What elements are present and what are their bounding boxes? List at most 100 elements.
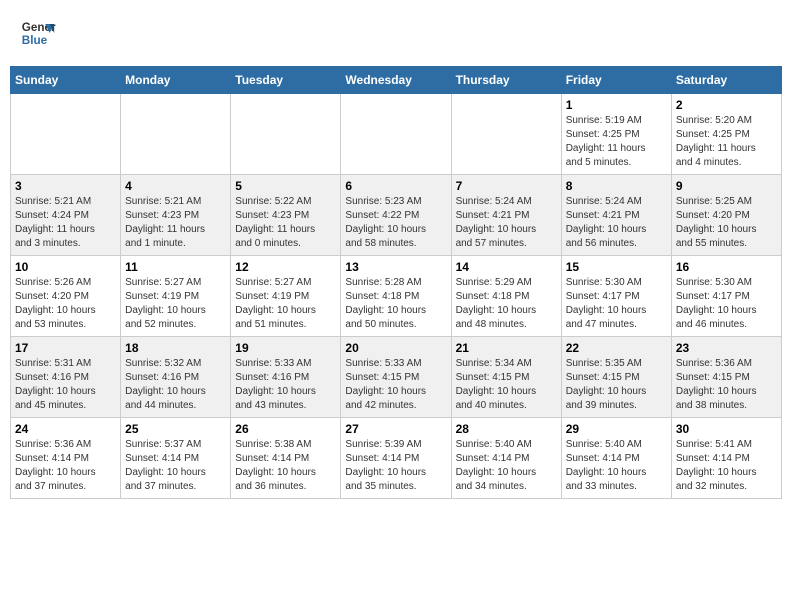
- day-number: 21: [456, 341, 557, 355]
- calendar-cell: [121, 94, 231, 175]
- day-number: 5: [235, 179, 336, 193]
- day-number: 1: [566, 98, 667, 112]
- calendar-cell: 1 Sunrise: 5:19 AM Sunset: 4:25 PM Daylig…: [561, 94, 671, 175]
- calendar-cell: 25 Sunrise: 5:37 AM Sunset: 4:14 PM Dayli…: [121, 418, 231, 499]
- day-number: 3: [15, 179, 116, 193]
- day-number: 11: [125, 260, 226, 274]
- calendar-cell: [341, 94, 451, 175]
- day-info: Sunrise: 5:41 AM Sunset: 4:14 PM Dayligh…: [676, 438, 777, 494]
- calendar-cell: 8 Sunrise: 5:24 AM Sunset: 4:21 PM Daylig…: [561, 175, 671, 256]
- day-info: Sunrise: 5:29 AM Sunset: 4:18 PM Dayligh…: [456, 276, 557, 332]
- calendar-cell: 2 Sunrise: 5:20 AM Sunset: 4:25 PM Daylig…: [671, 94, 781, 175]
- calendar: SundayMondayTuesdayWednesdayThursdayFrid…: [10, 66, 782, 499]
- day-number: 28: [456, 422, 557, 436]
- day-number: 8: [566, 179, 667, 193]
- svg-text:Blue: Blue: [22, 34, 48, 47]
- week-row-3: 10Sunrise: 5:26 AM Sunset: 4:20 PM Dayli…: [11, 256, 782, 337]
- day-number: 20: [345, 341, 446, 355]
- day-info: Sunrise: 5:36 AM Sunset: 4:15 PM Dayligh…: [676, 357, 777, 413]
- day-number: 23: [676, 341, 777, 355]
- week-row-5: 24Sunrise: 5:36 AM Sunset: 4:14 PM Dayli…: [11, 418, 782, 499]
- week-row-4: 17Sunrise: 5:31 AM Sunset: 4:16 PM Dayli…: [11, 337, 782, 418]
- week-row-1: 1 Sunrise: 5:19 AM Sunset: 4:25 PM Daylig…: [11, 94, 782, 175]
- weekday-header-row: SundayMondayTuesdayWednesdayThursdayFrid…: [11, 67, 782, 94]
- calendar-cell: 5 Sunrise: 5:22 AM Sunset: 4:23 PM Daylig…: [231, 175, 341, 256]
- calendar-cell: 14 Sunrise: 5:29 AM Sunset: 4:18 PM Dayli…: [451, 256, 561, 337]
- day-number: 26: [235, 422, 336, 436]
- calendar-cell: 9 Sunrise: 5:25 AM Sunset: 4:20 PM Daylig…: [671, 175, 781, 256]
- week-row-2: 3 Sunrise: 5:21 AM Sunset: 4:24 PM Daylig…: [11, 175, 782, 256]
- calendar-cell: [231, 94, 341, 175]
- calendar-cell: 24Sunrise: 5:36 AM Sunset: 4:14 PM Dayli…: [11, 418, 121, 499]
- calendar-cell: 23 Sunrise: 5:36 AM Sunset: 4:15 PM Dayli…: [671, 337, 781, 418]
- calendar-cell: 15 Sunrise: 5:30 AM Sunset: 4:17 PM Dayli…: [561, 256, 671, 337]
- day-number: 2: [676, 98, 777, 112]
- calendar-cell: [11, 94, 121, 175]
- day-number: 18: [125, 341, 226, 355]
- day-number: 9: [676, 179, 777, 193]
- calendar-cell: 30 Sunrise: 5:41 AM Sunset: 4:14 PM Dayli…: [671, 418, 781, 499]
- day-info: Sunrise: 5:30 AM Sunset: 4:17 PM Dayligh…: [566, 276, 667, 332]
- calendar-cell: [451, 94, 561, 175]
- calendar-cell: 10Sunrise: 5:26 AM Sunset: 4:20 PM Dayli…: [11, 256, 121, 337]
- day-number: 24: [15, 422, 116, 436]
- day-info: Sunrise: 5:20 AM Sunset: 4:25 PM Dayligh…: [676, 114, 777, 170]
- day-number: 16: [676, 260, 777, 274]
- day-number: 10: [15, 260, 116, 274]
- calendar-cell: 27Sunrise: 5:39 AM Sunset: 4:14 PM Dayli…: [341, 418, 451, 499]
- day-info: Sunrise: 5:40 AM Sunset: 4:14 PM Dayligh…: [566, 438, 667, 494]
- weekday-header-sunday: Sunday: [11, 67, 121, 94]
- calendar-cell: 22 Sunrise: 5:35 AM Sunset: 4:15 PM Dayli…: [561, 337, 671, 418]
- day-info: Sunrise: 5:33 AM Sunset: 4:16 PM Dayligh…: [235, 357, 336, 413]
- day-number: 22: [566, 341, 667, 355]
- calendar-cell: 13Sunrise: 5:28 AM Sunset: 4:18 PM Dayli…: [341, 256, 451, 337]
- calendar-cell: 20Sunrise: 5:33 AM Sunset: 4:15 PM Dayli…: [341, 337, 451, 418]
- weekday-header-tuesday: Tuesday: [231, 67, 341, 94]
- calendar-cell: 19 Sunrise: 5:33 AM Sunset: 4:16 PM Dayli…: [231, 337, 341, 418]
- day-number: 30: [676, 422, 777, 436]
- day-info: Sunrise: 5:24 AM Sunset: 4:21 PM Dayligh…: [566, 195, 667, 251]
- day-info: Sunrise: 5:40 AM Sunset: 4:14 PM Dayligh…: [456, 438, 557, 494]
- day-info: Sunrise: 5:32 AM Sunset: 4:16 PM Dayligh…: [125, 357, 226, 413]
- calendar-cell: 11Sunrise: 5:27 AM Sunset: 4:19 PM Dayli…: [121, 256, 231, 337]
- weekday-header-thursday: Thursday: [451, 67, 561, 94]
- calendar-cell: 4 Sunrise: 5:21 AM Sunset: 4:23 PM Daylig…: [121, 175, 231, 256]
- calendar-cell: 21Sunrise: 5:34 AM Sunset: 4:15 PM Dayli…: [451, 337, 561, 418]
- calendar-cell: 12 Sunrise: 5:27 AM Sunset: 4:19 PM Dayli…: [231, 256, 341, 337]
- logo-icon: General Blue: [20, 15, 56, 51]
- day-number: 25: [125, 422, 226, 436]
- calendar-cell: 7 Sunrise: 5:24 AM Sunset: 4:21 PM Daylig…: [451, 175, 561, 256]
- day-info: Sunrise: 5:35 AM Sunset: 4:15 PM Dayligh…: [566, 357, 667, 413]
- calendar-cell: 26 Sunrise: 5:38 AM Sunset: 4:14 PM Dayli…: [231, 418, 341, 499]
- logo: General Blue: [20, 15, 56, 51]
- weekday-header-friday: Friday: [561, 67, 671, 94]
- day-number: 7: [456, 179, 557, 193]
- day-info: Sunrise: 5:37 AM Sunset: 4:14 PM Dayligh…: [125, 438, 226, 494]
- day-info: Sunrise: 5:22 AM Sunset: 4:23 PM Dayligh…: [235, 195, 336, 251]
- day-info: Sunrise: 5:19 AM Sunset: 4:25 PM Dayligh…: [566, 114, 667, 170]
- calendar-cell: 29Sunrise: 5:40 AM Sunset: 4:14 PM Dayli…: [561, 418, 671, 499]
- day-number: 12: [235, 260, 336, 274]
- day-number: 13: [345, 260, 446, 274]
- day-info: Sunrise: 5:38 AM Sunset: 4:14 PM Dayligh…: [235, 438, 336, 494]
- day-number: 4: [125, 179, 226, 193]
- day-number: 19: [235, 341, 336, 355]
- weekday-header-monday: Monday: [121, 67, 231, 94]
- calendar-cell: 18 Sunrise: 5:32 AM Sunset: 4:16 PM Dayli…: [121, 337, 231, 418]
- calendar-cell: 6 Sunrise: 5:23 AM Sunset: 4:22 PM Daylig…: [341, 175, 451, 256]
- day-info: Sunrise: 5:31 AM Sunset: 4:16 PM Dayligh…: [15, 357, 116, 413]
- calendar-cell: 17Sunrise: 5:31 AM Sunset: 4:16 PM Dayli…: [11, 337, 121, 418]
- weekday-header-wednesday: Wednesday: [341, 67, 451, 94]
- day-info: Sunrise: 5:21 AM Sunset: 4:23 PM Dayligh…: [125, 195, 226, 251]
- weekday-header-saturday: Saturday: [671, 67, 781, 94]
- day-info: Sunrise: 5:27 AM Sunset: 4:19 PM Dayligh…: [235, 276, 336, 332]
- day-info: Sunrise: 5:30 AM Sunset: 4:17 PM Dayligh…: [676, 276, 777, 332]
- day-number: 6: [345, 179, 446, 193]
- day-number: 15: [566, 260, 667, 274]
- day-info: Sunrise: 5:39 AM Sunset: 4:14 PM Dayligh…: [345, 438, 446, 494]
- day-info: Sunrise: 5:25 AM Sunset: 4:20 PM Dayligh…: [676, 195, 777, 251]
- day-info: Sunrise: 5:24 AM Sunset: 4:21 PM Dayligh…: [456, 195, 557, 251]
- day-info: Sunrise: 5:21 AM Sunset: 4:24 PM Dayligh…: [15, 195, 116, 251]
- day-info: Sunrise: 5:23 AM Sunset: 4:22 PM Dayligh…: [345, 195, 446, 251]
- day-number: 14: [456, 260, 557, 274]
